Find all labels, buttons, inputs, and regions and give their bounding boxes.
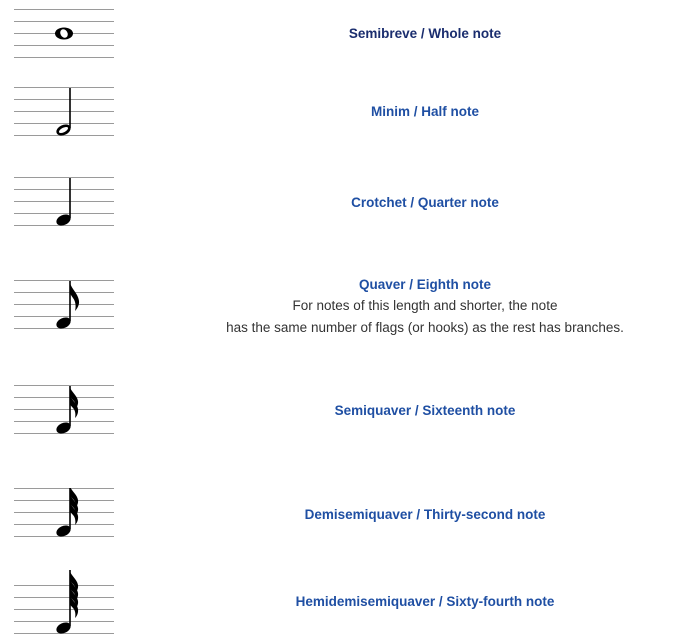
note-row-whole: Semibreve / Whole note: [0, 9, 673, 61]
note-description-line: has the same number of flags (or hooks) …: [226, 320, 624, 335]
sixteenth-note-icon: [14, 385, 114, 434]
note-row-quarter: Crotchet / Quarter note: [0, 177, 673, 229]
note-title: Hemidemisemiquaver / Sixty-fourth note: [295, 594, 555, 609]
sixty-fourth-note-icon: [14, 570, 114, 634]
staff: [14, 385, 114, 437]
staff: [14, 488, 114, 540]
note-description-line: For notes of this length and shorter, th…: [292, 298, 558, 313]
note-title: Demisemiquaver / Thirty-second note: [304, 507, 546, 522]
half-note-icon: [14, 87, 114, 136]
note-title: Crotchet / Quarter note: [351, 195, 499, 210]
note-row-sixteenth: Semiquaver / Sixteenth note: [0, 385, 673, 437]
note-row-half: Minim / Half note: [0, 87, 673, 139]
eighth-note-icon: [14, 280, 114, 329]
staff: [14, 9, 114, 61]
note-title: Semiquaver / Sixteenth note: [334, 403, 516, 418]
quarter-note-icon: [14, 177, 114, 226]
note-row-thirty-second: Demisemiquaver / Thirty-second note: [0, 488, 673, 540]
thirty-second-note-icon: [14, 488, 114, 537]
staff: [14, 177, 114, 229]
note-title: Semibreve / Whole note: [348, 26, 502, 41]
note-title: Minim / Half note: [371, 104, 479, 119]
staff: [14, 280, 114, 332]
note-row-sixty-fourth: Hemidemisemiquaver / Sixty-fourth note: [0, 570, 673, 637]
whole-note-icon: [14, 9, 114, 58]
note-row-eighth: Quaver / Eighth note For notes of this l…: [0, 277, 673, 335]
staff: [14, 87, 114, 139]
staff: [14, 570, 114, 637]
note-title: Quaver / Eighth note: [358, 277, 491, 292]
